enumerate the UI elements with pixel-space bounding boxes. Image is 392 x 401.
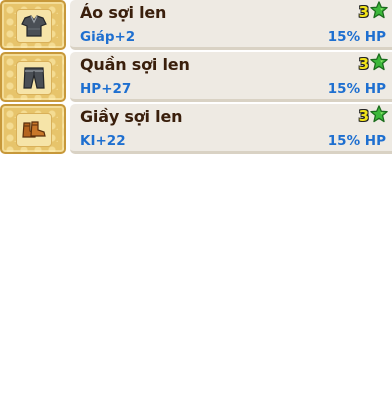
pants-icon <box>23 66 45 90</box>
star-count: 3 <box>358 3 369 21</box>
star-count: 3 <box>358 107 369 125</box>
star-count: 3 <box>358 55 369 73</box>
star-icon <box>370 105 388 127</box>
star-icon <box>370 53 388 75</box>
item-hp-bonus: 15% HP <box>327 81 386 97</box>
item-name: Giầy sợi len <box>80 107 183 126</box>
item-stat: KI+22 <box>80 133 126 149</box>
item-info: Quần sợi len HP+27 15% HP 3 <box>70 52 392 102</box>
item-name: Quần sợi len <box>80 55 190 74</box>
star-rating: 3 <box>358 1 388 23</box>
list-item-boots[interactable]: Giầy sợi len KI+22 15% HP 3 <box>0 104 392 156</box>
item-name: Áo sợi len <box>80 3 167 22</box>
item-slot[interactable] <box>0 0 66 50</box>
item-hp-bonus: 15% HP <box>327 133 386 149</box>
item-stat: HP+27 <box>80 81 132 97</box>
shirt-icon <box>21 15 47 37</box>
item-slot[interactable] <box>0 104 66 154</box>
star-icon <box>370 1 388 23</box>
item-stat: Giáp+2 <box>80 29 136 45</box>
list-item-shirt[interactable]: Áo sợi len Giáp+2 15% HP 3 <box>0 0 392 52</box>
item-slot[interactable] <box>0 52 66 102</box>
item-list: Áo sợi len Giáp+2 15% HP 3 Quần sợi len … <box>0 0 392 156</box>
star-rating: 3 <box>358 53 388 75</box>
star-rating: 3 <box>358 105 388 127</box>
list-item-pants[interactable]: Quần sợi len HP+27 15% HP 3 <box>0 52 392 104</box>
item-hp-bonus: 15% HP <box>327 29 386 45</box>
item-info: Giầy sợi len KI+22 15% HP 3 <box>70 104 392 154</box>
item-info: Áo sợi len Giáp+2 15% HP 3 <box>70 0 392 50</box>
boots-icon <box>21 121 47 139</box>
